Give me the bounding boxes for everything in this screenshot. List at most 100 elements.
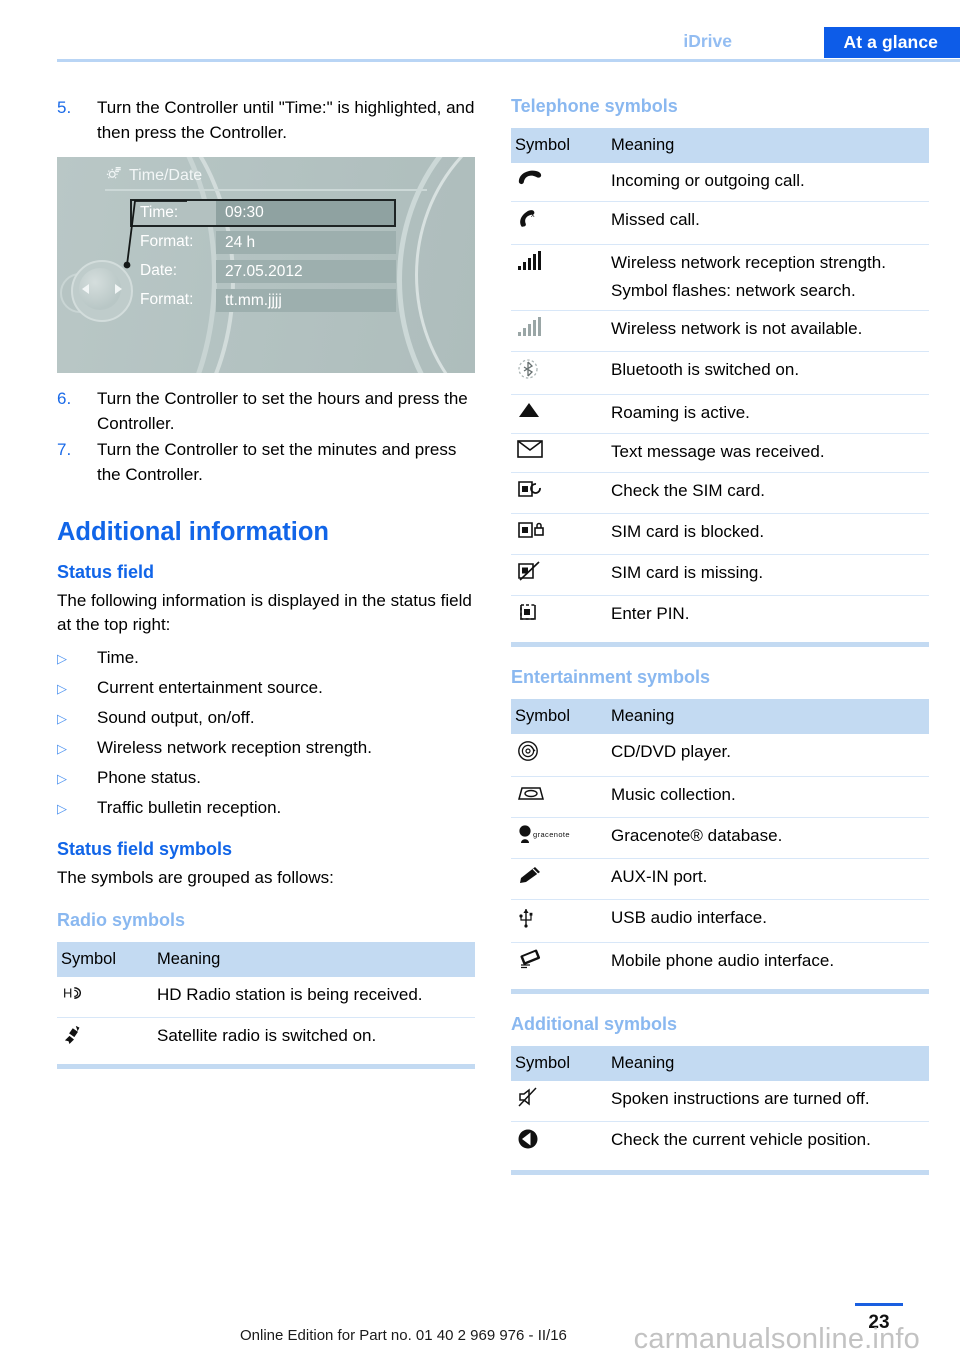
sim-check-icon (511, 472, 602, 514)
list-item: ▷ Current entertainment source. (57, 676, 475, 701)
envelope-icon (511, 433, 602, 473)
sim-locked-icon (511, 513, 602, 555)
list-item: 5. Turn the Controller until "Time:" is … (57, 96, 475, 145)
status-field-list: ▷ Time. ▷ Current entertainment source. … (57, 646, 475, 821)
table-cell-meaning: Satellite radio is switched on. (157, 1026, 377, 1046)
table-cell-meaning: USB audio interface. (602, 899, 929, 943)
list-item-label: Time. (97, 647, 139, 667)
table-cell-meaning: SIM card is missing. (602, 554, 929, 596)
footer-page-rule (855, 1303, 903, 1306)
missed-call-icon: x (511, 201, 602, 245)
svg-text:gracenote: gracenote (533, 830, 570, 839)
table-cell-meaning-primary: Wireless network reception strength. (611, 253, 886, 272)
table-header-row: Symbol Meaning (511, 1046, 929, 1081)
status-field-symbols-intro: The symbols are grouped as follows: (57, 867, 334, 887)
table-cell-meaning: Check the SIM card. (602, 472, 929, 514)
table-row: Satellite radio is switched on. (57, 1018, 475, 1059)
triangle-bullet-icon: ▷ (57, 680, 67, 696)
phone-handset-icon (511, 163, 602, 202)
mobile-audio-interface-icon (511, 943, 602, 984)
triangle-bullet-icon: ▷ (57, 740, 67, 756)
column-header-meaning: Meaning (602, 128, 929, 163)
vehicle-position-icon (511, 1122, 602, 1165)
list-item: ▷ Traffic bulletin reception. (57, 796, 475, 821)
step-text: Turn the Controller to set the minutes a… (97, 440, 457, 484)
column-header-meaning: Meaning (602, 1046, 929, 1081)
table-row: Enter PIN. (511, 596, 929, 637)
list-item: 7. Turn the Controller to set the minute… (57, 438, 475, 487)
muted-speaker-icon (511, 1081, 602, 1122)
table-end-bar (511, 642, 929, 647)
list-item-label: Phone status. (97, 767, 201, 787)
page-content: 5. Turn the Controller until "Time:" is … (0, 0, 960, 1362)
svg-text:H: H (63, 985, 72, 1000)
list-item: ▷ Time. (57, 646, 475, 671)
table-row: Text message was received. (511, 433, 929, 473)
bluetooth-icon (511, 351, 602, 395)
table-cell-meaning-extra: Symbol flashes: network search. (611, 281, 856, 300)
table-cell-meaning: CD/DVD player. (602, 734, 929, 777)
signal-bars-full-icon (511, 244, 602, 311)
table-row: Wireless network is not available. (511, 310, 929, 352)
right-column: Telephone symbols Symbol Meaning Incomin… (511, 96, 929, 1179)
triangle-bullet-icon: ▷ (57, 800, 67, 816)
table-row: CD/DVD player. (511, 734, 929, 777)
list-item-label: Wireless network reception strength. (97, 737, 372, 757)
triangle-bullet-icon: ▷ (57, 770, 67, 786)
table-header-row: Symbol Meaning (511, 699, 929, 734)
table-row: SIM card is missing. (511, 554, 929, 596)
table-row: Roaming is active. (511, 394, 929, 434)
heading-status-field: Status field (57, 561, 155, 582)
table-row: Mobile phone audio interface. (511, 943, 929, 984)
table-row: Incoming or outgoing call. (511, 163, 929, 202)
table-cell-meaning: Music collection. (602, 776, 929, 818)
table-header-row: Symbol Meaning (57, 942, 475, 978)
additional-symbols-table: Symbol Meaning Spoken instructions are t… (511, 1046, 929, 1164)
table-row: Check the current vehicle position. (511, 1122, 929, 1165)
roaming-triangle-icon (511, 394, 602, 434)
heading-status-field-symbols: Status field symbols (57, 838, 233, 859)
table-cell-meaning: Check the current vehicle position. (611, 1130, 871, 1149)
svg-text:x: x (531, 210, 535, 219)
heading-radio-symbols: Radio symbols (57, 910, 186, 931)
table-row: SIM card is blocked. (511, 513, 929, 555)
step-number: 5. (57, 98, 72, 117)
step-number: 6. (57, 389, 72, 408)
table-cell-meaning: AUX-IN port. (602, 858, 929, 900)
table-header-row: Symbol Meaning (511, 128, 929, 163)
table-row: H HD Radio station is being received. (57, 977, 475, 1019)
list-item: ▷ Phone status. (57, 766, 475, 791)
table-row: Spoken instructions are turned off. (511, 1081, 929, 1122)
footer-edition-text: Online Edition for Part no. 01 40 2 969 … (240, 1327, 567, 1344)
table-cell-meaning: SIM card is blocked. (602, 513, 929, 555)
table-row: Music collection. (511, 776, 929, 818)
table-cell-meaning: Mobile phone audio interface. (611, 951, 835, 970)
table-cell-meaning: Gracenote® database. (602, 817, 929, 859)
table-cell-meaning: Text message was received. (602, 433, 929, 473)
heading-entertainment-symbols: Entertainment symbols (511, 667, 711, 687)
cd-dvd-disc-icon (511, 734, 602, 777)
table-row: USB audio interface. (511, 899, 929, 943)
step-text: Turn the Controller until "Time:" is hig… (97, 98, 475, 142)
usb-icon (511, 899, 602, 943)
table-end-bar (511, 1170, 929, 1175)
table-cell-meaning: Spoken instructions are turned off. (602, 1081, 929, 1122)
step-number: 7. (57, 440, 72, 459)
table-row: gracenote Gracenote® database. (511, 817, 929, 859)
table-end-bar (57, 1064, 475, 1070)
table-cell-meaning: Incoming or outgoing call. (602, 163, 929, 202)
hd-radio-icon: H (57, 977, 148, 1019)
page-footer: Online Edition for Part no. 01 40 2 969 … (0, 1284, 960, 1362)
column-header-meaning: Meaning (602, 699, 929, 734)
telephone-symbols-table: Symbol Meaning Incoming or outgoing call… (511, 128, 929, 636)
satellite-radio-icon (57, 1018, 148, 1059)
aux-in-plug-icon (511, 858, 602, 900)
triangle-bullet-icon: ▷ (57, 710, 67, 726)
table-row: Wireless network reception strength. Sym… (511, 244, 929, 311)
list-item: ▷ Sound output, on/off. (57, 706, 475, 731)
status-field-intro: The following information is displayed i… (57, 590, 472, 635)
table-row: Check the SIM card. (511, 472, 929, 514)
list-item-label: Traffic bulletin reception. (97, 797, 282, 817)
watermark-text: carmanualsonline.info (633, 1323, 920, 1355)
table-cell-meaning: Wireless network is not available. (602, 310, 929, 352)
